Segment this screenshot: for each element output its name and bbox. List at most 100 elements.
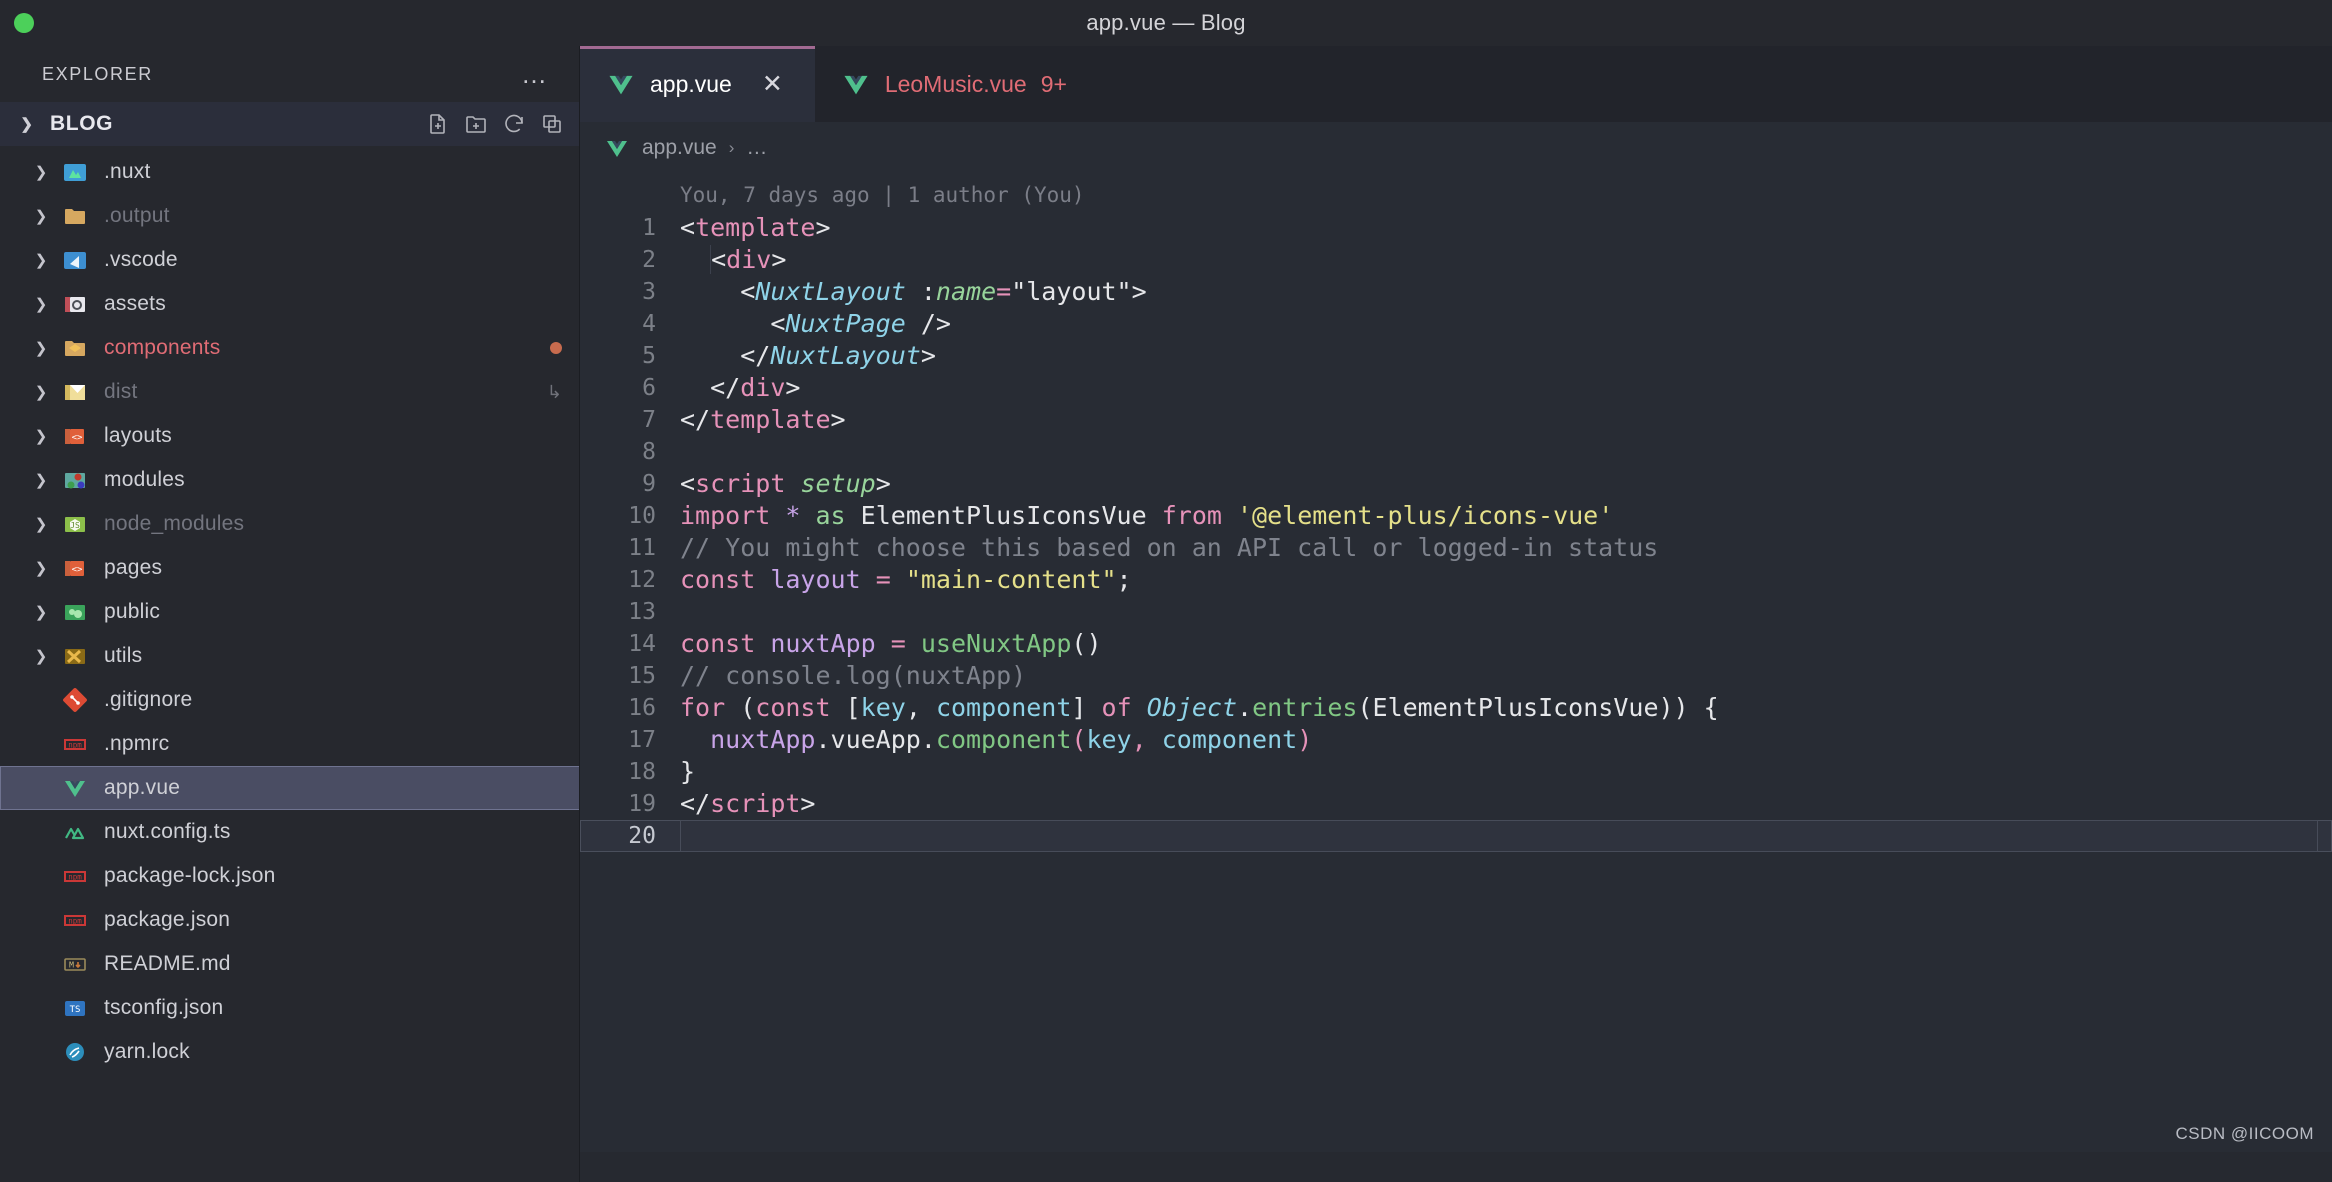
breadcrumb-file[interactable]: app.vue: [642, 136, 717, 160]
tree-item-package-lock-json[interactable]: npm package-lock.json: [0, 854, 580, 898]
chevron-down-icon[interactable]: ❯: [14, 115, 40, 133]
tab-bar-filler: [1092, 46, 2332, 122]
svg-text:<>: <>: [72, 565, 83, 575]
window-title: app.vue — Blog: [1086, 10, 1246, 35]
chevron-right-icon[interactable]: ❯: [24, 207, 58, 225]
code-line-19: 19 </script>: [580, 788, 2332, 820]
line-number: 18: [628, 759, 656, 785]
vue-icon: [58, 775, 92, 801]
svg-text:npm: npm: [68, 917, 82, 926]
node-folder-icon: JS: [58, 511, 92, 537]
line-number: 5: [642, 343, 656, 369]
tree-item-dist[interactable]: ❯ dist ↳: [0, 370, 580, 414]
tree-item-package-json[interactable]: npm package.json: [0, 898, 580, 942]
code-line-14: 14 const nuxtApp = useNuxtApp(): [580, 628, 2332, 660]
chevron-right-icon[interactable]: ❯: [24, 471, 58, 489]
line-content: </template>: [680, 405, 846, 434]
tree-item-assets[interactable]: ❯ assets: [0, 282, 580, 326]
tab-problem-badge: 9+: [1040, 70, 1067, 97]
tree-item-label: .gitignore: [104, 688, 193, 711]
tree-item-layouts[interactable]: ❯ <> layouts: [0, 414, 580, 458]
svg-text:npm: npm: [68, 741, 82, 750]
chevron-right-icon[interactable]: ❯: [24, 647, 58, 665]
svg-text:<>: <>: [72, 433, 83, 443]
tree-item-readme-md[interactable]: M README.md: [0, 942, 580, 986]
collapse-all-icon[interactable]: [540, 112, 564, 136]
watermark: CSDN @IICOOM: [2175, 1124, 2314, 1143]
svg-text:npm: npm: [68, 873, 82, 882]
close-icon[interactable]: ✕: [756, 69, 789, 99]
chevron-right-icon[interactable]: ❯: [24, 383, 58, 401]
modified-dot-icon: [550, 342, 562, 354]
tab-leomusic-vue[interactable]: LeoMusic.vue 9+: [815, 46, 1093, 122]
chevron-right-icon[interactable]: ❯: [24, 559, 58, 577]
line-content: <div>: [710, 245, 787, 274]
line-content: import * as ElementPlusIconsVue from '@e…: [680, 501, 1614, 530]
npm-icon: npm: [58, 731, 92, 757]
window-controls[interactable]: [14, 13, 34, 33]
tree-item-label: app.vue: [104, 776, 181, 799]
explorer-header: EXPLORER …: [0, 46, 580, 102]
code-line-8: 8: [580, 436, 2332, 468]
tree-item-label: modules: [104, 468, 185, 491]
tree-item-node-modules[interactable]: ❯ JS node_modules: [0, 502, 580, 546]
tree-item-tsconfig-json[interactable]: TS tsconfig.json: [0, 986, 580, 1030]
chevron-right-icon[interactable]: ❯: [24, 251, 58, 269]
chevron-right-icon[interactable]: ❯: [24, 295, 58, 313]
folder-icon: [58, 203, 92, 229]
title-bar: app.vue — Blog: [0, 0, 2332, 46]
line-number: 15: [628, 663, 656, 689]
tree-item-gitignore[interactable]: .gitignore: [0, 678, 580, 722]
code-line-9: 9 <script setup>: [580, 468, 2332, 500]
tree-item-public[interactable]: ❯ public: [0, 590, 580, 634]
yarn-icon: [58, 1039, 92, 1065]
tree-item-utils[interactable]: ❯ utils: [0, 634, 580, 678]
tree-item-app-vue[interactable]: app.vue: [0, 766, 580, 810]
tab-app-vue[interactable]: app.vue ✕: [580, 46, 815, 122]
chevron-right-icon[interactable]: ❯: [24, 515, 58, 533]
refresh-icon[interactable]: [502, 112, 526, 136]
line-content: // console.log(nuxtApp): [680, 661, 1027, 690]
tree-item-yarn-lock[interactable]: yarn.lock: [0, 1030, 580, 1074]
tree-item-output[interactable]: ❯ .output: [0, 194, 580, 238]
line-content: <NuxtLayout :name="layout">: [740, 277, 1147, 306]
tree-item-npmrc[interactable]: npm .npmrc: [0, 722, 580, 766]
chevron-right-icon[interactable]: ❯: [24, 339, 58, 357]
chevron-right-icon[interactable]: ❯: [24, 163, 58, 181]
code-line-15: 15 // console.log(nuxtApp): [580, 660, 2332, 692]
tree-item-nuxt[interactable]: ❯ .nuxt: [0, 150, 580, 194]
tree-item-label: public: [104, 600, 161, 623]
tree-item-components[interactable]: ❯ components: [0, 326, 580, 370]
tree-item-label: pages: [104, 556, 163, 579]
tree-item-modules[interactable]: ❯ modules: [0, 458, 580, 502]
explorer-title: EXPLORER: [42, 63, 153, 84]
tree-item-label: .vscode: [104, 248, 178, 271]
nuxt-icon: [58, 819, 92, 845]
code-editor[interactable]: You, 7 days ago | 1 author (You) 1 <temp…: [580, 174, 2332, 1152]
code-line-20[interactable]: 20: [580, 820, 2332, 852]
tree-item-pages[interactable]: ❯ <> pages: [0, 546, 580, 590]
git-blame-annotation: You, 7 days ago | 1 author (You): [580, 178, 2332, 212]
file-tree[interactable]: ❯ .nuxt ❯ .output ❯ .vscode ❯ assets ❯ c…: [0, 146, 580, 1182]
new-file-icon[interactable]: [426, 112, 450, 136]
workspace-folder-row[interactable]: ❯ BLOG: [0, 102, 580, 146]
line-number: 6: [642, 375, 656, 401]
code-line-5: 5 </NuxtLayout>: [580, 340, 2332, 372]
new-folder-icon[interactable]: [464, 112, 488, 136]
breadcrumb[interactable]: app.vue › …: [580, 122, 2332, 174]
breadcrumb-tail[interactable]: …: [746, 136, 767, 160]
current-line-highlight: [680, 820, 2318, 852]
line-number: 8: [642, 439, 656, 465]
line-number: 14: [628, 631, 656, 657]
tree-item-nuxt-config[interactable]: nuxt.config.ts: [0, 810, 580, 854]
tree-item-label: .npmrc: [104, 732, 170, 755]
tree-item-vscode[interactable]: ❯ .vscode: [0, 238, 580, 282]
chevron-right-icon[interactable]: ❯: [24, 603, 58, 621]
explorer-more-actions-button[interactable]: …: [517, 61, 554, 87]
markdown-icon: M: [58, 951, 92, 977]
assets-folder-icon: [58, 291, 92, 317]
editor-tab-bar: app.vue ✕ LeoMusic.vue 9+: [580, 46, 2332, 122]
chevron-right-icon[interactable]: ❯: [24, 427, 58, 445]
window-maximize-dot[interactable]: [14, 13, 34, 33]
line-content: }: [680, 757, 696, 786]
